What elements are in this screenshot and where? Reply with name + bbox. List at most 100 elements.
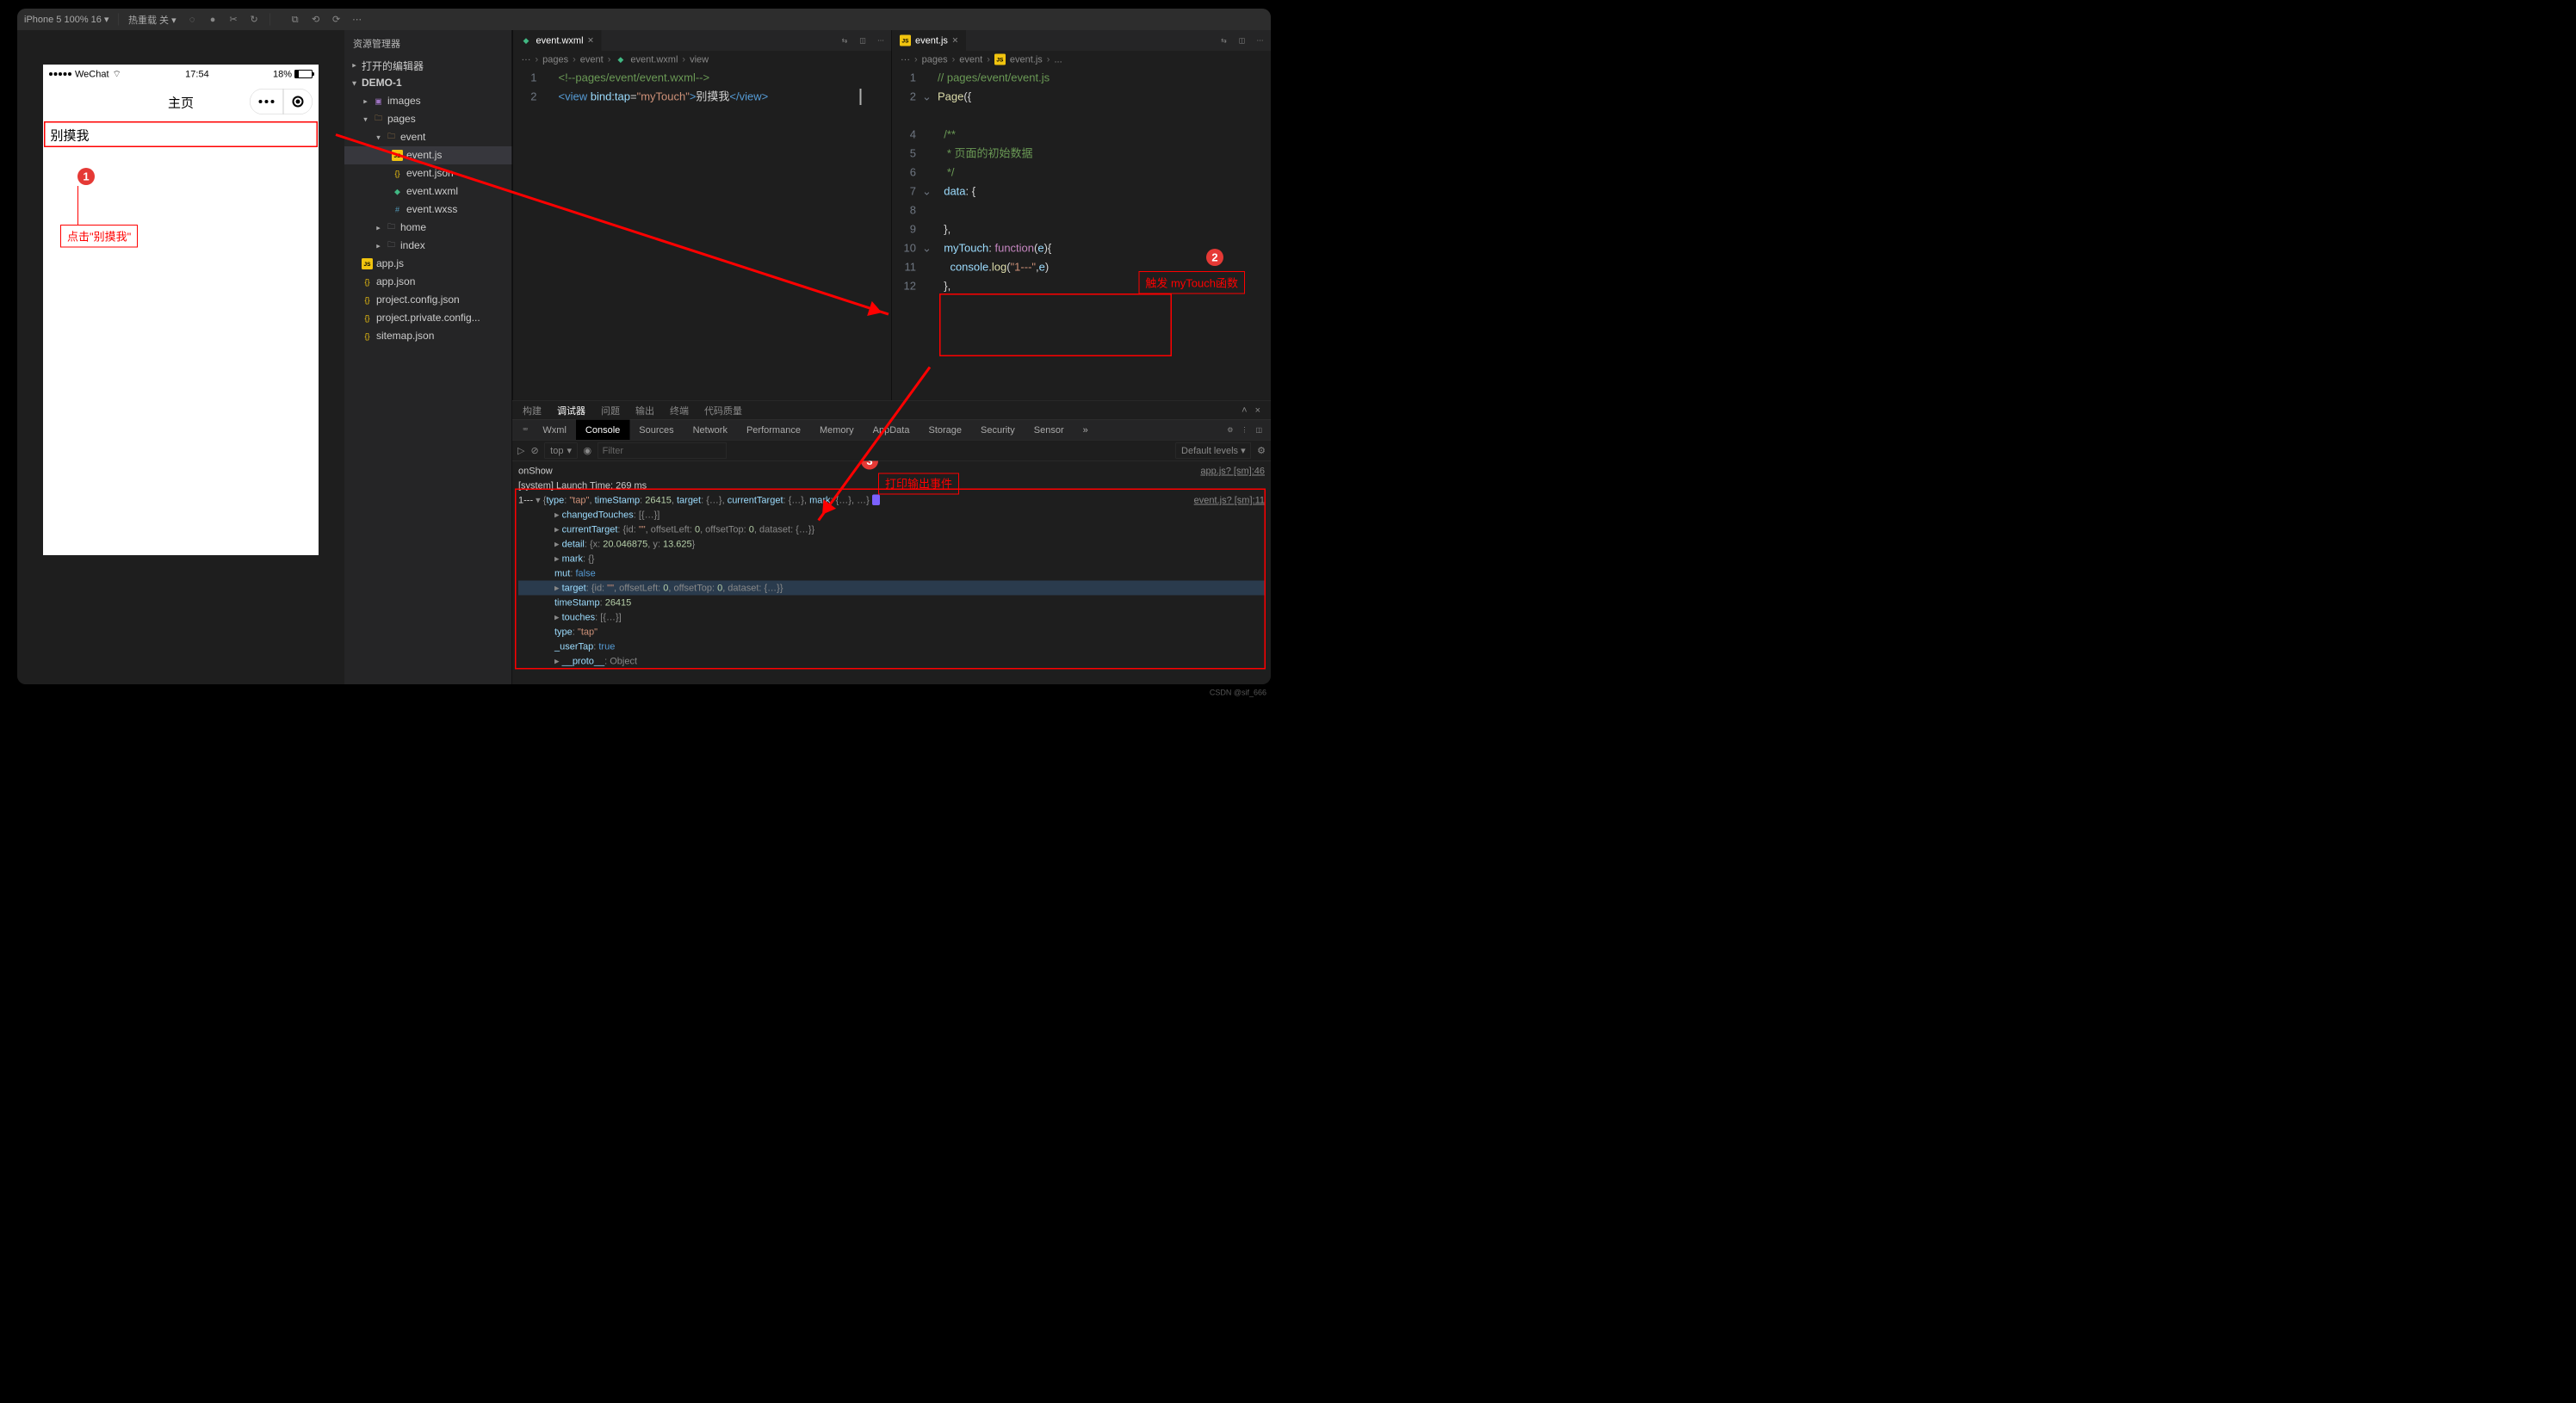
panel-tab-debugger[interactable]: 调试器 [557, 403, 585, 417]
simulator-panel: WeChat ⌔ 17:54 18% 主页 别摸我 [17, 30, 344, 684]
nav-bar: 主页 [43, 83, 319, 120]
panel-tab-terminal[interactable]: 终端 [670, 403, 689, 417]
file-project-config[interactable]: {}project.config.json [344, 291, 512, 309]
devtab-appdata[interactable]: AppData [864, 420, 920, 441]
panel-tab-build[interactable]: 构建 [523, 403, 542, 417]
compare-icon[interactable]: ⇆ [839, 35, 851, 46]
phone-frame: WeChat ⌔ 17:54 18% 主页 别摸我 [43, 65, 319, 555]
file-event-js[interactable]: JSevent.js [344, 146, 512, 164]
folder-icon: ▣ [373, 96, 384, 107]
more-actions-icon[interactable]: ⋯ [876, 35, 887, 46]
folder-icon: 🗀 [386, 222, 397, 233]
file-app-json[interactable]: {}app.json [344, 273, 512, 291]
wxss-file-icon: # [392, 204, 403, 215]
page-title: 主页 [168, 92, 194, 111]
panel-tab-output[interactable]: 输出 [635, 403, 654, 417]
more-actions-icon[interactable]: ⋯ [1254, 35, 1266, 46]
copy-icon[interactable]: ⧉ [289, 14, 300, 25]
battery-icon [294, 70, 313, 78]
close-tab-icon[interactable]: × [588, 34, 594, 46]
forward-icon[interactable]: ⟳ [331, 14, 342, 25]
mute-icon[interactable]: ◌ [187, 14, 198, 25]
annotation-text-1: 点击"别摸我" [60, 225, 138, 248]
folder-icon: 🗀 [386, 240, 397, 251]
context-select[interactable]: top▾ [545, 442, 578, 458]
close-panel-icon[interactable]: × [1255, 405, 1260, 416]
devtab-wxml[interactable]: Wxml [533, 420, 575, 441]
device-selector[interactable]: iPhone 5 100% 16 ▾ [24, 14, 108, 25]
devtab-storage[interactable]: Storage [919, 420, 971, 441]
annotation-text-2: 触发 myTouch函数 [1138, 271, 1245, 294]
play-icon[interactable]: ▷ [517, 445, 524, 456]
code-editor-js[interactable]: 12456789101112 ⌄⌄⌄ // pages/event/event.… [892, 68, 1271, 400]
touch-view[interactable]: 别摸我 [44, 121, 318, 147]
open-editors-section[interactable]: ▸打开的编辑器 [344, 56, 512, 74]
annotation-badge-1: 1 [77, 168, 95, 185]
back-icon[interactable]: ⟲ [310, 14, 321, 25]
panel-tab-quality[interactable]: 代码质量 [704, 403, 742, 417]
compare-icon[interactable]: ⇆ [1218, 35, 1229, 46]
dock-icon[interactable]: ◫ [1255, 425, 1262, 434]
devtab-sensor[interactable]: Sensor [1025, 420, 1074, 441]
tab-event-js[interactable]: JS event.js× [892, 30, 966, 51]
devtab-memory[interactable]: Memory [810, 420, 864, 441]
folder-index[interactable]: ▸🗀index [344, 237, 512, 255]
battery-label: 18% [273, 69, 292, 80]
toolbar: iPhone 5 100% 16 ▾ 热重载 关 ▾ ◌ ● ✂ ↻ ⧉ ⟲ ⟳… [17, 9, 1271, 30]
devtab-more[interactable]: » [1074, 420, 1098, 441]
breadcrumb[interactable]: ···› pages› event› ◆event.wxml› view [513, 51, 892, 68]
cut-icon[interactable]: ✂ [228, 14, 239, 25]
file-event-json[interactable]: {}event.json [344, 164, 512, 182]
wxml-file-icon: ◆ [392, 186, 403, 197]
filter-input[interactable]: Filter [598, 442, 727, 458]
more-icon[interactable]: ⋯ [351, 14, 362, 25]
devtab-security[interactable]: Security [971, 420, 1025, 441]
watermark: CSDN @sif_666 [1210, 689, 1266, 698]
devtab-performance[interactable]: Performance [737, 420, 810, 441]
js-file-icon: JS [362, 258, 373, 269]
wxml-file-icon: ◆ [521, 35, 532, 46]
json-file-icon: {} [362, 331, 373, 342]
eye-icon[interactable]: ◉ [584, 445, 592, 456]
record-icon[interactable]: ● [207, 14, 219, 25]
tab-event-wxml[interactable]: ◆ event.wxml× [513, 30, 602, 51]
panel-tab-problems[interactable]: 问题 [601, 403, 620, 417]
console-output[interactable]: onShowapp.js? [sm]:46 [system] Launch Ti… [512, 461, 1271, 685]
breadcrumb[interactable]: ···› pages› event› JSevent.js› ... [892, 51, 1271, 68]
source-link[interactable]: app.js? [sm]:46 [1200, 464, 1265, 479]
gear-icon[interactable]: ⚙ [1227, 425, 1233, 434]
menu-button[interactable] [250, 89, 283, 114]
file-project-private[interactable]: {}project.private.config... [344, 309, 512, 327]
more-icon[interactable]: ⋮ [1241, 425, 1248, 434]
rotate-icon[interactable]: ↻ [249, 14, 260, 25]
folder-images[interactable]: ▸▣images [344, 92, 512, 110]
split-icon[interactable]: ◫ [858, 35, 869, 46]
project-root[interactable]: ▾DEMO-1 [344, 74, 512, 92]
code-editor-wxml[interactable]: 12 <!--pages/event/event.wxml--> <view b… [513, 68, 892, 400]
explorer-panel: 资源管理器 ▸打开的编辑器 ▾DEMO-1 ▸▣images ▾🗀pages ▾… [344, 30, 512, 684]
chevron-up-icon[interactable]: ˄ [1242, 405, 1247, 416]
clear-console-icon[interactable]: ⊘ [530, 445, 538, 456]
editor-pane-wxml: ◆ event.wxml× ⇆ ◫ ⋯ ···› pages› event› [512, 30, 892, 400]
file-app-js[interactable]: JSapp.js [344, 255, 512, 273]
devtab-console[interactable]: Console [576, 420, 629, 441]
close-tab-icon[interactable]: × [952, 34, 958, 46]
folder-home[interactable]: ▸🗀home [344, 219, 512, 237]
json-file-icon: {} [362, 312, 373, 324]
hot-reload-toggle[interactable]: 热重载 关 ▾ [128, 13, 176, 27]
log-level-select[interactable]: Default levels ▾ [1176, 442, 1252, 458]
json-file-icon: {} [392, 168, 403, 179]
split-icon[interactable]: ◫ [1236, 35, 1248, 46]
json-file-icon: {} [362, 276, 373, 287]
source-link[interactable]: event.js? [sm]:11 [1194, 493, 1265, 508]
devtab-sources[interactable]: Sources [629, 420, 683, 441]
file-event-wxss[interactable]: #event.wxss [344, 201, 512, 219]
folder-pages[interactable]: ▾🗀pages [344, 110, 512, 128]
clock-label: 17:54 [185, 69, 209, 80]
json-file-icon: {} [362, 294, 373, 306]
devtab-network[interactable]: Network [684, 420, 737, 441]
gear-icon[interactable]: ⚙ [1257, 445, 1266, 456]
inspect-icon[interactable]: ⮹ [517, 426, 533, 434]
file-sitemap[interactable]: {}sitemap.json [344, 327, 512, 345]
close-miniprogram-button[interactable] [283, 89, 313, 114]
